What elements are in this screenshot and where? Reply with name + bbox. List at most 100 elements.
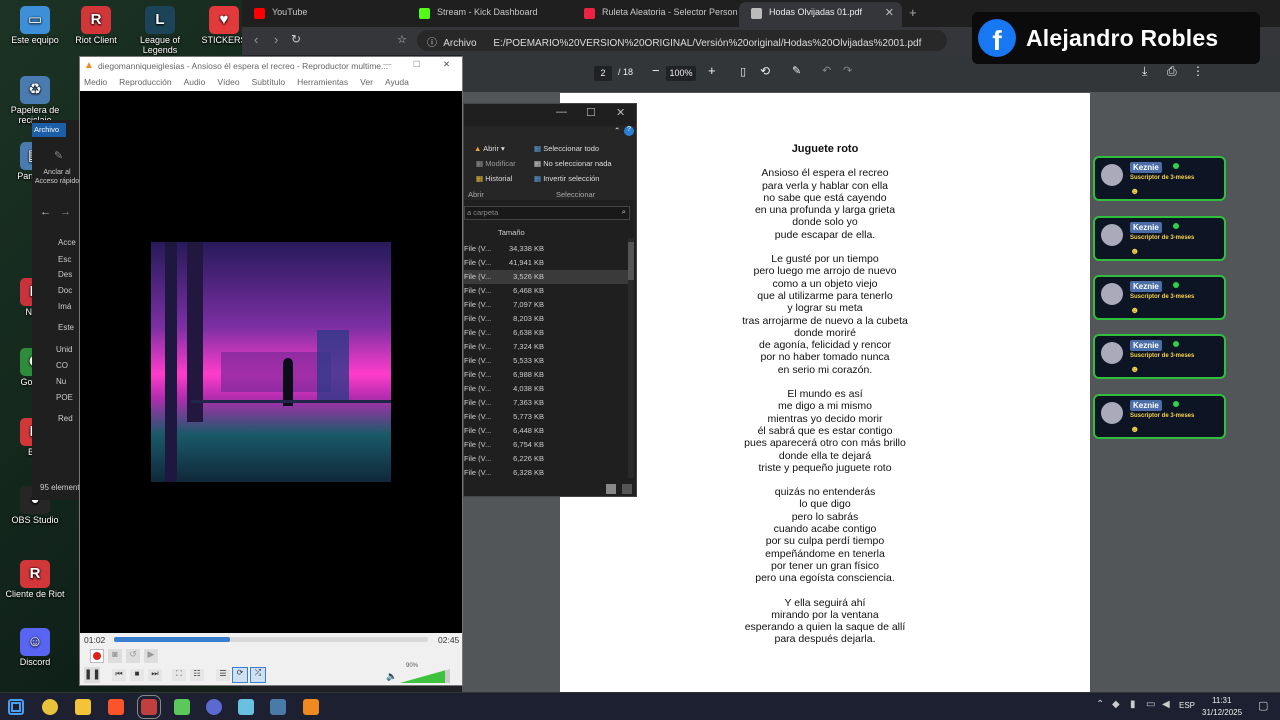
vlc-pause-button[interactable]: ❚❚ xyxy=(84,667,101,683)
desktop-icon[interactable]: ▭ Este equipo xyxy=(0,6,70,46)
vlc-loop-ab-icon[interactable]: ↺ xyxy=(126,649,140,663)
obs-taskbar-icon[interactable] xyxy=(206,699,222,715)
back-icon[interactable]: ‹ xyxy=(254,32,258,47)
modify-button[interactable]: ▦ Modificar xyxy=(476,159,516,168)
vlc-shuffle-icon[interactable]: ⤮ xyxy=(250,667,266,683)
tab-ruleta[interactable]: Ruleta Aleatoria - Selector Personaliz xyxy=(572,2,737,27)
close-tab-icon[interactable]: ✕ xyxy=(885,6,894,19)
vlc-taskbar-icon[interactable] xyxy=(303,699,319,715)
annotate-icon[interactable]: ✎ xyxy=(792,64,801,77)
close-icon[interactable]: ✕ xyxy=(616,106,625,119)
explorer-scrollbar[interactable] xyxy=(628,238,634,478)
vlc-menu-item[interactable]: Herramientas xyxy=(297,77,348,87)
notifications-icon[interactable]: ▢ xyxy=(1258,699,1268,712)
app-icon[interactable] xyxy=(137,695,161,719)
file-row[interactable]: File (V... 5,773 KB xyxy=(464,410,634,424)
vlc-volume-slider[interactable] xyxy=(400,669,452,683)
tray-date[interactable]: 31/12/2025 xyxy=(1202,708,1242,717)
vlc-snapshot-icon[interactable]: ◙ xyxy=(108,649,122,663)
ribbon-collapse-icon[interactable]: ⌃ xyxy=(614,126,620,135)
file-row[interactable]: File (V... 6,328 KB xyxy=(464,466,634,480)
file-row[interactable]: File (V... 6,226 KB xyxy=(464,452,634,466)
file-row[interactable]: File (V... 6,754 KB xyxy=(464,438,634,452)
tray-chevron-icon[interactable]: ⌃ xyxy=(1096,699,1104,710)
vlc-menu-item[interactable]: Medio xyxy=(84,77,107,87)
vlc-maximize-icon[interactable]: ☐ xyxy=(413,59,421,70)
vlc-fullscreen-icon[interactable]: ⛶ xyxy=(172,669,186,681)
vlc-loop-icon[interactable]: ⟳ xyxy=(232,667,248,683)
vlc-playlist-icon[interactable]: ☰ xyxy=(216,669,230,681)
nav-item[interactable]: Acce xyxy=(58,238,76,247)
column-header-size[interactable]: Tamaño xyxy=(498,228,525,237)
nav-item[interactable]: Esc xyxy=(58,255,71,264)
nav-item[interactable]: Este xyxy=(58,323,74,332)
reload-icon[interactable]: ↻ xyxy=(291,32,301,46)
desktop-icon[interactable]: ☺ Discord xyxy=(0,628,70,668)
desktop-icon[interactable]: ♻Papelera de reciclaje xyxy=(0,76,70,126)
zoom-input[interactable]: 100% xyxy=(666,66,696,81)
chrome-icon[interactable] xyxy=(42,699,58,715)
nav-item[interactable]: POE xyxy=(56,393,73,402)
vlc-speaker-icon[interactable]: 🔈 xyxy=(386,671,397,682)
zoom-out-icon[interactable]: − xyxy=(652,63,660,78)
details-view-icon[interactable] xyxy=(606,484,616,494)
forward-icon[interactable]: › xyxy=(274,32,278,47)
tab-pdf[interactable]: Hodas Olvijadas 01.pdf ✕ xyxy=(739,2,902,27)
file-row[interactable]: File (V... 6,468 KB xyxy=(464,284,634,298)
vlc-minimize-icon[interactable]: — xyxy=(383,59,392,69)
nav-item[interactable]: Imá xyxy=(58,302,71,311)
file-row[interactable]: File (V... 4,038 KB xyxy=(464,382,634,396)
vlc-video-area[interactable] xyxy=(80,91,462,633)
rotate-icon[interactable]: ⟲ xyxy=(760,64,770,78)
vlc-menu-item[interactable]: Subtítulo xyxy=(252,77,286,87)
file-row[interactable]: File (V... 41,941 KB xyxy=(464,256,634,270)
vlc-next-icon[interactable]: ⏭ xyxy=(148,669,162,681)
vlc-seek-bar[interactable] xyxy=(114,637,428,642)
vlc-record-button[interactable] xyxy=(90,649,104,663)
select-all-button[interactable]: ▦ Seleccionar todo xyxy=(534,144,599,153)
desktop-icon[interactable]: R Riot Client xyxy=(61,6,131,46)
new-tab-button[interactable]: + xyxy=(909,5,917,20)
greenapp-icon[interactable] xyxy=(174,699,190,715)
select-none-button[interactable]: ▦ No seleccionar nada xyxy=(534,159,612,168)
tray-language[interactable]: ESP xyxy=(1179,701,1195,710)
vlc-menu-item[interactable]: Reproducción xyxy=(119,77,171,87)
nav-item[interactable]: Unid xyxy=(56,345,72,354)
file-row[interactable]: File (V... 6,988 KB xyxy=(464,368,634,382)
invert-selection-button[interactable]: ▦ Invertir selección xyxy=(534,174,599,183)
open-button[interactable]: ▲ Abrir ▾ xyxy=(474,144,505,153)
zoom-in-icon[interactable]: + xyxy=(708,63,716,78)
nav-item[interactable]: Nu xyxy=(56,377,66,386)
tray-time[interactable]: 11:31 xyxy=(1212,696,1231,705)
redo-icon[interactable]: ↷ xyxy=(843,64,852,77)
ribbon-tab-archivo[interactable]: Archivo xyxy=(32,123,66,137)
vlc-menu-item[interactable]: Audio xyxy=(184,77,206,87)
tab-kick[interactable]: Stream - Kick Dashboard xyxy=(407,2,572,27)
brave-icon[interactable] xyxy=(108,699,124,715)
file-row[interactable]: File (V... 3,526 KB xyxy=(464,270,634,284)
file-row[interactable]: File (V... 34,338 KB xyxy=(464,242,634,256)
vlc-menu-item[interactable]: Ver xyxy=(360,77,373,87)
vlc-previous-icon[interactable]: ⏮ xyxy=(112,669,126,681)
nav-item[interactable]: Des xyxy=(58,270,72,279)
desktop-icon[interactable]: L League of Legends xyxy=(125,6,195,56)
tab-youtube[interactable]: YouTube xyxy=(242,2,407,27)
nav-item[interactable]: CO xyxy=(56,361,68,370)
vlc-extended-settings-icon[interactable]: ☷ xyxy=(190,669,204,681)
notes-icon[interactable] xyxy=(238,699,254,715)
tiles-view-icon[interactable] xyxy=(622,484,632,494)
file-row[interactable]: File (V... 7,097 KB xyxy=(464,298,634,312)
tray-network-icon[interactable]: ▭ xyxy=(1146,699,1155,710)
file-row[interactable]: File (V... 6,448 KB xyxy=(464,424,634,438)
address-field[interactable]: ⓘ Archivo E:/POEMARIO%20VERSION%20ORIGIN… xyxy=(417,30,947,51)
history-button[interactable]: ▦ Historial xyxy=(476,174,512,183)
file-row[interactable]: File (V... 6,638 KB xyxy=(464,326,634,340)
vlc-close-icon[interactable]: ✕ xyxy=(443,59,450,70)
explorer-search-input[interactable]: a carpeta ⌕ xyxy=(464,206,630,220)
vlc-frame-step-icon[interactable]: ▶ xyxy=(144,649,158,663)
vlc-stop-icon[interactable]: ■ xyxy=(130,669,144,681)
maximize-icon[interactable]: ☐ xyxy=(586,106,596,119)
nav-item[interactable]: Red xyxy=(58,414,73,423)
minimize-icon[interactable]: — xyxy=(556,106,567,118)
file-row[interactable]: File (V... 8,203 KB xyxy=(464,312,634,326)
